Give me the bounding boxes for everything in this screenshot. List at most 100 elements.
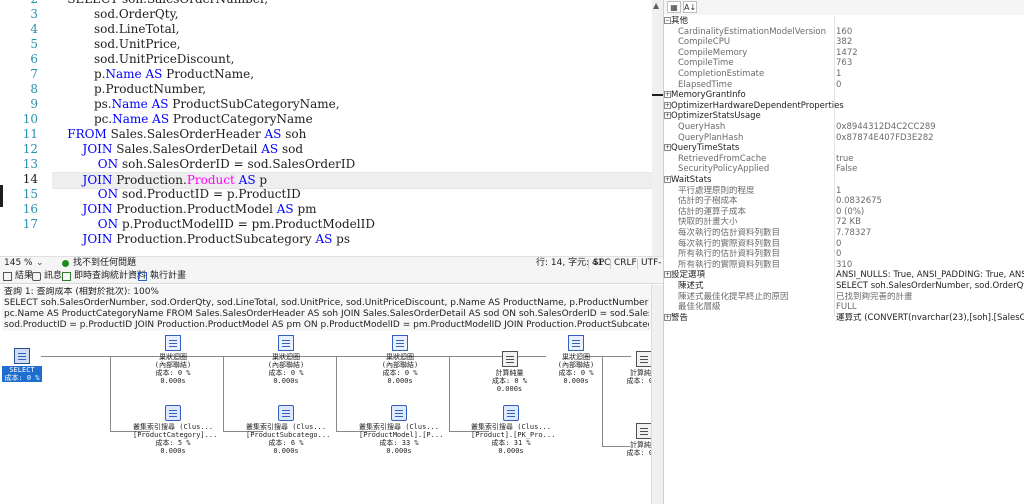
code-token: p <box>255 173 268 187</box>
plan-op-clustered-index-seek[interactable]: 叢集索引搜尋 (Clus... [Product].[PK_Pro... 成本:… <box>471 405 555 455</box>
plan-op-clustered-index-seek[interactable]: 叢集索引搜尋 (Clus... [ProductCategory]... 成本:… <box>133 405 217 455</box>
tab-messages[interactable]: 訊息 <box>32 270 62 283</box>
property-category[interactable]: + 警告 運算式 (CONVERT(nvarchar(23),[soh].[Sale… <box>664 313 1024 324</box>
whitespace-mode[interactable]: SPC <box>593 257 610 270</box>
execution-plan-view[interactable]: 查詢 1: 查詢成本 (相對於批次): 100% SELECT soh.Sale… <box>0 285 651 504</box>
property-row[interactable]: RetrievedFromCache true <box>664 154 1024 165</box>
op-title: 叢集索引搜尋 (Clus... <box>246 423 326 431</box>
property-row[interactable]: 最佳化層級 FULL <box>664 302 1024 313</box>
property-row[interactable]: 每次執行的實際資料列數目 0 <box>664 239 1024 250</box>
plan-op-clustered-index-seek[interactable]: 叢集索引搜尋 (Clus... [ProductSubcatego... 成本:… <box>246 405 330 455</box>
plan-op-compute-scalar[interactable]: 計算純量 成本: 0 % <box>620 423 651 457</box>
property-category[interactable]: + MemoryGrantInfo <box>664 90 1024 101</box>
editor-vertical-scrollbar[interactable]: ▲ <box>652 0 663 256</box>
property-row[interactable]: CompileTime 763 <box>664 58 1024 69</box>
code-line[interactable]: ON soh.SalesOrderID = sod.SalesOrderID <box>52 157 650 172</box>
code-line[interactable]: p.ProductNumber, <box>52 82 650 97</box>
property-category[interactable]: − 其他 <box>664 16 1024 27</box>
property-row[interactable]: SecurityPolicyApplied False <box>664 164 1024 175</box>
plan-op-select[interactable]: SELECT 成本: 0 % <box>2 348 42 382</box>
expand-icon[interactable]: + <box>664 91 671 99</box>
code-line[interactable]: JOIN Production.ProductSubcategory AS ps <box>52 232 650 247</box>
query-editor[interactable]: 234567891011121314151617 SELECT soh.Sale… <box>0 0 663 256</box>
keyword-token: AS <box>261 142 279 156</box>
keyword-token: AS <box>264 127 282 141</box>
property-name: WaitStats <box>671 175 712 185</box>
property-row[interactable]: 估計的子樹成本 0.0832675 <box>664 196 1024 207</box>
code-line[interactable]: FROM Sales.SalesOrderHeader AS soh <box>52 127 650 142</box>
code-line[interactable]: SELECT soh.SalesOrderNumber, <box>52 0 650 7</box>
property-name: 每次執行的實際資料列數目 <box>678 238 781 249</box>
plan-op-nested-loops[interactable]: 巢狀迴圈 (內部聯結) 成本: 0 % 0.000s <box>256 335 316 385</box>
code-line[interactable]: p.Name AS ProductName, <box>52 67 650 82</box>
property-name: 陳述式 <box>678 281 704 291</box>
property-category[interactable]: + OptimizerHardwareDependentProperties <box>664 101 1024 112</box>
property-row[interactable]: QueryHash 0x8944312D4C2CC289 <box>664 122 1024 133</box>
expand-icon[interactable]: + <box>664 313 671 321</box>
plan-op-nested-loops[interactable]: 巢狀迴圈 (內部聯結) 成本: 0 % 0.000s <box>370 335 430 385</box>
code-line[interactable]: pc.Name AS ProductCategoryName <box>52 112 650 127</box>
issues-status[interactable]: 找不到任何問題 <box>73 257 136 270</box>
property-row[interactable]: 所有執行的估計資料列數目 0 <box>664 249 1024 260</box>
plan-op-compute-scalar[interactable]: 計算純量 成本: 0 % <box>620 351 651 385</box>
expand-icon[interactable]: + <box>664 271 671 279</box>
expand-icon[interactable]: + <box>664 112 671 120</box>
property-row[interactable]: 陳述式 SELECT soh.SalesOrderNumber, sod.Orde… <box>664 281 1024 292</box>
zoom-dropdown-icon[interactable]: ⌄ <box>36 257 44 270</box>
property-name: 快取的計畫大小 <box>678 217 738 228</box>
property-row[interactable]: 所有執行的實際資料列數目 310 <box>664 260 1024 271</box>
property-name: RetrievedFromCache <box>678 153 767 164</box>
property-category[interactable]: + WaitStats <box>664 175 1024 186</box>
property-row[interactable]: 平行處理原則的程度 1 <box>664 186 1024 197</box>
line-ending[interactable]: CRLF <box>614 257 637 270</box>
plan-op-nested-loops[interactable]: 巢狀迴圈 (內部聯結) 成本: 0 % 0.000s <box>143 335 203 385</box>
property-category[interactable]: + 設定選項 ANSI_NULLS: True, ANSI_PADDING: Tru… <box>664 270 1024 281</box>
expand-icon[interactable]: + <box>664 101 671 109</box>
property-row[interactable]: 陳述式最佳化提早終止的原因 已找到夠完善的計畫 <box>664 292 1024 303</box>
property-category[interactable]: + OptimizerStatsUsage <box>664 111 1024 122</box>
property-row[interactable]: CompletionEstimate 1 <box>664 69 1024 80</box>
plan-connector <box>223 356 224 431</box>
code-line[interactable]: JOIN Sales.SalesOrderDetail AS sod <box>52 142 650 157</box>
property-value: true <box>836 153 854 164</box>
op-time: 0.000s <box>498 447 524 455</box>
property-row[interactable]: CompileCPU 382 <box>664 37 1024 48</box>
expand-icon[interactable]: + <box>664 144 671 152</box>
plan-op-compute-scalar[interactable]: 計算純量 成本: 0 % 0.000s <box>482 351 537 393</box>
plan-vertical-scrollbar[interactable] <box>651 285 663 504</box>
property-value: 1 <box>836 185 842 196</box>
expand-icon[interactable]: + <box>664 176 671 183</box>
code-line[interactable]: sod.LineTotal, <box>52 22 650 37</box>
zoom-level[interactable]: 145 % <box>4 257 33 270</box>
property-row[interactable]: 每次執行的估計資料列數目 7.78327 <box>664 228 1024 239</box>
tab-execution-plan[interactable]: 執行計畫 <box>138 270 186 283</box>
property-row[interactable]: 快取的計畫大小 72 KB <box>664 217 1024 228</box>
property-row[interactable]: ElapsedTime 0 <box>664 80 1024 91</box>
plan-op-nested-loops[interactable]: 巢狀迴圈 (內部聯結) 成本: 0 % 0.000s <box>546 335 606 385</box>
categorized-view-button[interactable]: ▦ <box>667 1 681 13</box>
property-value: 0x8944312D4C2CC289 <box>836 122 936 132</box>
plan-op-clustered-index-seek[interactable]: 叢集索引搜尋 (Clus... [ProductModel].[P... 成本:… <box>359 405 443 455</box>
property-category[interactable]: + QueryTimeStats <box>664 143 1024 154</box>
property-name: 估計的運算子成本 <box>678 206 747 217</box>
code-line[interactable]: sod.OrderQty, <box>52 7 650 22</box>
code-line[interactable]: sod.UnitPriceDiscount, <box>52 52 650 67</box>
tab-live-query-stats[interactable]: 即時查詢統計資料 <box>62 270 146 283</box>
op-label: SELECT <box>2 366 42 374</box>
code-line[interactable]: sod.UnitPrice, <box>52 37 650 52</box>
property-row[interactable]: QueryPlanHash 0x87874E407FD3E282 <box>664 133 1024 144</box>
code-line[interactable]: JOIN Production.ProductModel AS pm <box>52 202 650 217</box>
select-icon <box>14 348 30 364</box>
sort-alphabetical-button[interactable]: A↓ <box>683 1 697 13</box>
code-line[interactable]: ps.Name AS ProductSubCategoryName, <box>52 97 650 112</box>
tab-results[interactable]: 結果 <box>3 270 33 283</box>
property-grid[interactable]: − 其他 CardinalityEstimationModelVersion 160 C… <box>664 16 1024 504</box>
code-line[interactable]: ON p.ProductModelID = pm.ProductModelID <box>52 217 650 232</box>
property-name: 每次執行的估計資料列數目 <box>678 228 781 238</box>
collapse-icon[interactable]: − <box>664 17 671 24</box>
property-row[interactable]: CompileMemory 1472 <box>664 48 1024 59</box>
property-row[interactable]: 估計的運算子成本 0 (0%) <box>664 207 1024 218</box>
code-line[interactable]: ON sod.ProductID = p.ProductID <box>52 187 650 202</box>
property-row[interactable]: CardinalityEstimationModelVersion 160 <box>664 27 1024 38</box>
